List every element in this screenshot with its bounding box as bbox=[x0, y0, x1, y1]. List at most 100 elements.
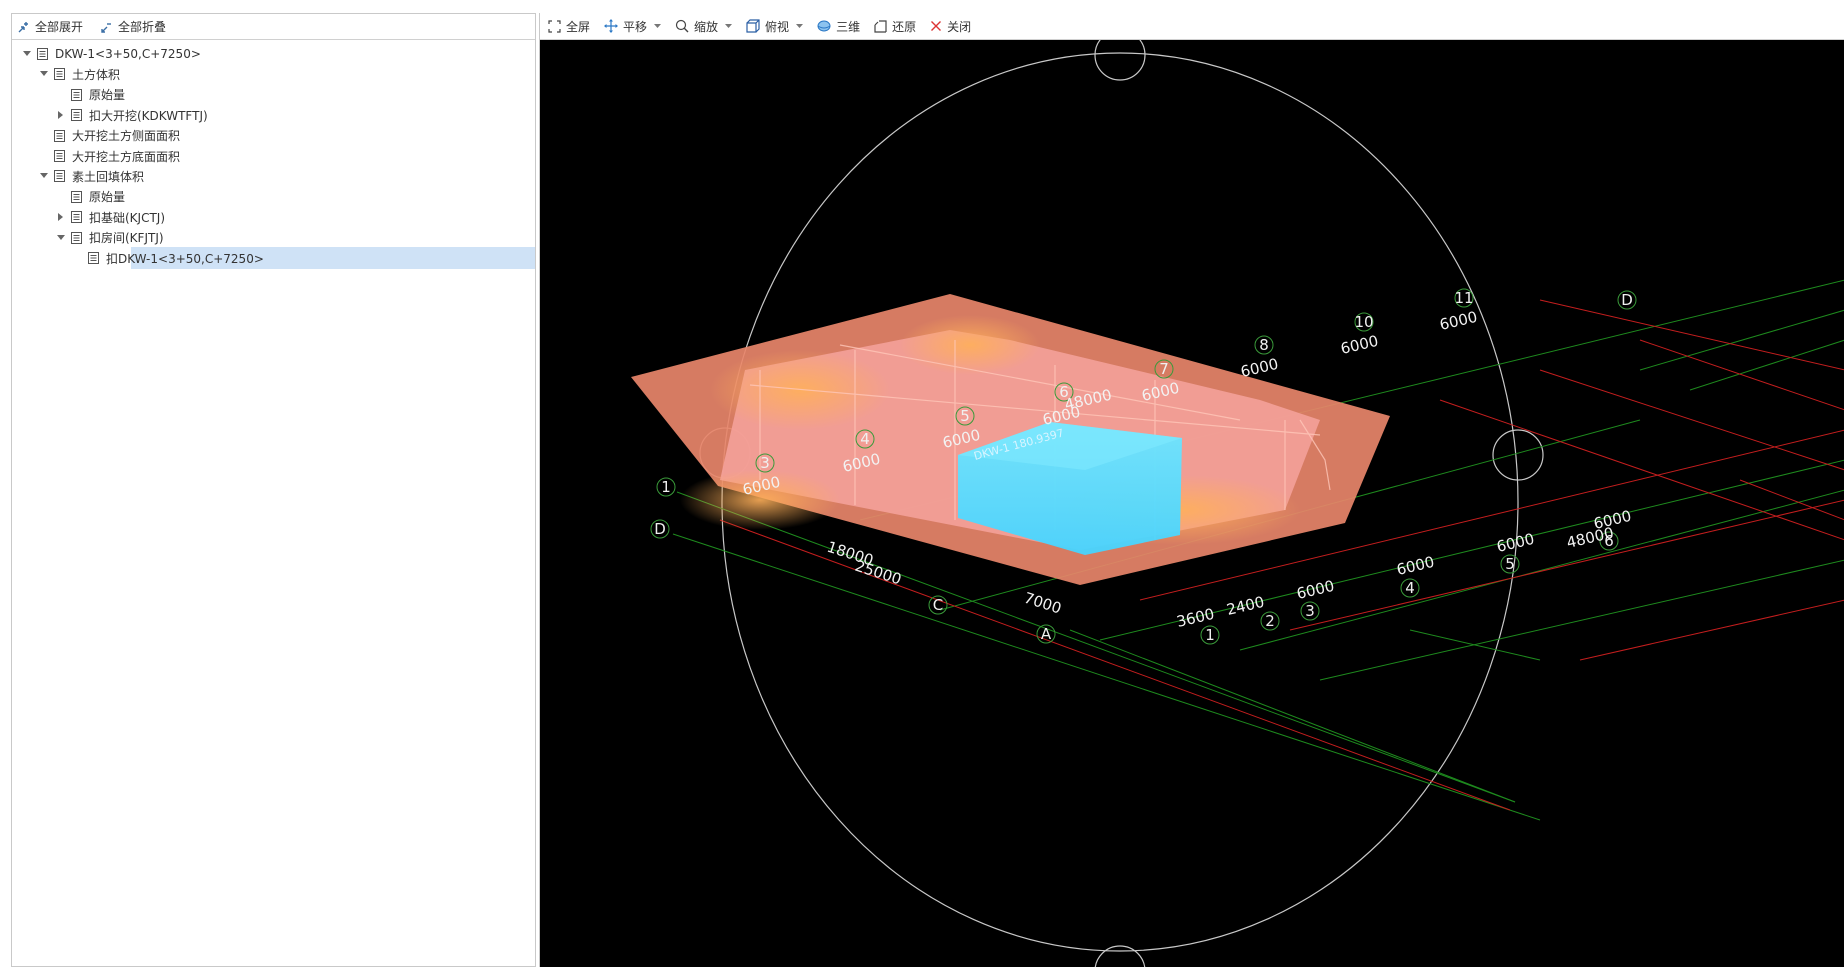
caret-down-icon[interactable] bbox=[20, 51, 34, 57]
list-document-icon bbox=[68, 211, 84, 224]
tree-node-label: 大开挖土方底面面积 bbox=[72, 149, 181, 164]
3d-scene[interactable]: DKW-1 180.9397 3 4 5 6 7 8 10 11 D 1 D C… bbox=[540, 40, 1844, 967]
axis-marker-label: 1 bbox=[661, 478, 671, 496]
axis-marker: C bbox=[928, 595, 948, 615]
3d-view-button[interactable]: 三维 bbox=[817, 18, 860, 35]
zoom-button[interactable]: 缩放 bbox=[675, 18, 733, 35]
restore-icon bbox=[874, 19, 887, 33]
fullscreen-icon bbox=[548, 19, 561, 33]
dimension-label: 2400 bbox=[1225, 593, 1266, 619]
axis-marker: 2 bbox=[1260, 611, 1280, 631]
axis-marker-label: 5 bbox=[960, 407, 970, 425]
caret-down-icon[interactable] bbox=[54, 234, 68, 241]
zoom-label: 缩放 bbox=[694, 19, 719, 34]
axis-marker: D bbox=[650, 519, 670, 539]
dimension-label: 6000 bbox=[1295, 577, 1336, 603]
axis-marker: 8 bbox=[1254, 335, 1274, 355]
tree-node-label: 原始量 bbox=[89, 190, 126, 205]
axis-marker-label: 4 bbox=[1405, 579, 1415, 597]
dimension-label: 25000 bbox=[853, 557, 904, 589]
pan-button[interactable]: 平移 bbox=[604, 18, 662, 35]
caret-right-icon[interactable] bbox=[54, 213, 68, 222]
axis-marker: 5 bbox=[1500, 554, 1520, 574]
collapse-all-label: 全部折叠 bbox=[118, 20, 167, 34]
axis-marker: 1 bbox=[1200, 625, 1220, 645]
axis-marker-label: 3 bbox=[1305, 602, 1315, 620]
dimension-label: 6000 bbox=[1339, 332, 1380, 358]
axis-marker-label: 7 bbox=[1159, 360, 1169, 378]
expand-icon bbox=[18, 21, 28, 32]
globe-3d-icon bbox=[817, 20, 831, 32]
axis-marker-label: 11 bbox=[1454, 289, 1473, 307]
collapse-all-button[interactable]: 全部折叠 bbox=[101, 18, 166, 35]
chevron-down-icon[interactable] bbox=[725, 23, 733, 29]
tree-node[interactable]: 扣房间(KFJTJ) bbox=[12, 227, 535, 249]
tree-node-label: 土方体积 bbox=[72, 67, 121, 82]
tree-node-label: 大开挖土方侧面面积 bbox=[72, 129, 181, 144]
fullscreen-button[interactable]: 全屏 bbox=[548, 18, 590, 35]
axis-marker-label: 1 bbox=[1205, 626, 1215, 644]
expand-all-button[interactable]: 全部展开 bbox=[18, 18, 83, 35]
list-document-icon bbox=[68, 231, 84, 244]
list-document-icon bbox=[34, 48, 50, 60]
axis-marker-label: 10 bbox=[1354, 313, 1373, 331]
axis-marker: 3 bbox=[1300, 601, 1320, 621]
tree-node[interactable]: 原始量 bbox=[12, 186, 535, 208]
caret-down-icon[interactable] bbox=[37, 71, 51, 77]
tree-node[interactable]: DKW-1<3+50,C+7250> bbox=[12, 43, 535, 65]
axis-marker: 1 bbox=[656, 477, 676, 497]
axis-marker: D bbox=[1617, 290, 1637, 310]
tree-node[interactable]: 大开挖土方底面面积 bbox=[12, 145, 535, 167]
axis-marker-label: 2 bbox=[1265, 612, 1275, 630]
tree-node-label: DKW-1<3+50,C+7250> bbox=[55, 47, 201, 61]
dimension-label: 6000 bbox=[1438, 308, 1479, 334]
list-document-icon bbox=[51, 129, 67, 142]
list-document-icon bbox=[85, 252, 101, 264]
axis-marker: 10 bbox=[1354, 312, 1374, 332]
fullscreen-label: 全屏 bbox=[566, 19, 591, 34]
dimension-label: 6000 bbox=[1395, 553, 1436, 579]
tree-node-label: 扣基础(KJCTJ) bbox=[89, 210, 166, 225]
pan-icon bbox=[604, 19, 619, 33]
axis-marker-label: C bbox=[933, 596, 943, 614]
calculation-tree-panel: 全部展开 全部折叠 DKW-1<3+50,C+7250> 土方体积 原始量 扣大开挖(… bbox=[11, 13, 536, 967]
top-view-label: 俯视 bbox=[765, 19, 790, 34]
tree-node[interactable]: 大开挖土方侧面面积 bbox=[12, 125, 535, 147]
axis-marker: 11 bbox=[1454, 288, 1474, 308]
axis-marker-label: D bbox=[654, 520, 666, 538]
restore-label: 还原 bbox=[892, 19, 917, 34]
top-view-button[interactable]: 俯视 bbox=[746, 18, 804, 35]
expand-all-label: 全部展开 bbox=[35, 20, 84, 34]
caret-right-icon[interactable] bbox=[54, 111, 68, 120]
tree-node[interactable]: 扣大开挖(KDKWTFTJ) bbox=[12, 104, 535, 126]
3d-view-panel: 全屏 平移 缩放 俯视 三维 还原 关闭 DKW-1 180.9397 3 4 … bbox=[539, 13, 1844, 967]
collapse-icon bbox=[101, 22, 112, 33]
close-button[interactable]: 关闭 bbox=[930, 18, 971, 35]
list-document-icon bbox=[51, 68, 67, 81]
3d-viewport[interactable]: DKW-1 180.9397 3 4 5 6 7 8 10 11 D 1 D C… bbox=[540, 40, 1844, 967]
tree-node[interactable]: 原始量 bbox=[12, 84, 535, 106]
tree-toolbar: 全部展开 全部折叠 bbox=[12, 14, 535, 40]
3d-view-label: 三维 bbox=[836, 19, 861, 34]
tree-node[interactable]: 扣基础(KJCTJ) bbox=[12, 206, 535, 228]
tree-node[interactable]: 扣DKW-1<3+50,C+7250> bbox=[12, 247, 535, 269]
tree-node-label: 扣DKW-1<3+50,C+7250> bbox=[106, 251, 264, 266]
tree-node[interactable]: 土方体积 bbox=[12, 63, 535, 85]
tree-node-label: 素土回填体积 bbox=[72, 169, 145, 184]
tree-node[interactable]: 素土回填体积 bbox=[12, 165, 535, 187]
pan-label: 平移 bbox=[623, 19, 648, 34]
axis-marker-label: D bbox=[1621, 291, 1633, 309]
tree-node-label: 原始量 bbox=[89, 88, 126, 103]
chevron-down-icon[interactable] bbox=[796, 23, 804, 29]
chevron-down-icon[interactable] bbox=[654, 23, 662, 29]
axis-marker-label: 8 bbox=[1259, 336, 1269, 354]
axis-marker: A bbox=[1036, 624, 1056, 644]
dimension-label: 7000 bbox=[1022, 589, 1064, 618]
close-label: 关闭 bbox=[947, 19, 972, 34]
dimension-label: 6000 bbox=[1495, 530, 1536, 556]
caret-down-icon[interactable] bbox=[37, 173, 51, 179]
dimension-label: 6000 bbox=[1239, 355, 1280, 381]
excavation-model[interactable]: DKW-1 180.9397 bbox=[631, 294, 1390, 585]
restore-button[interactable]: 还原 bbox=[874, 18, 916, 35]
list-document-icon bbox=[51, 150, 67, 162]
